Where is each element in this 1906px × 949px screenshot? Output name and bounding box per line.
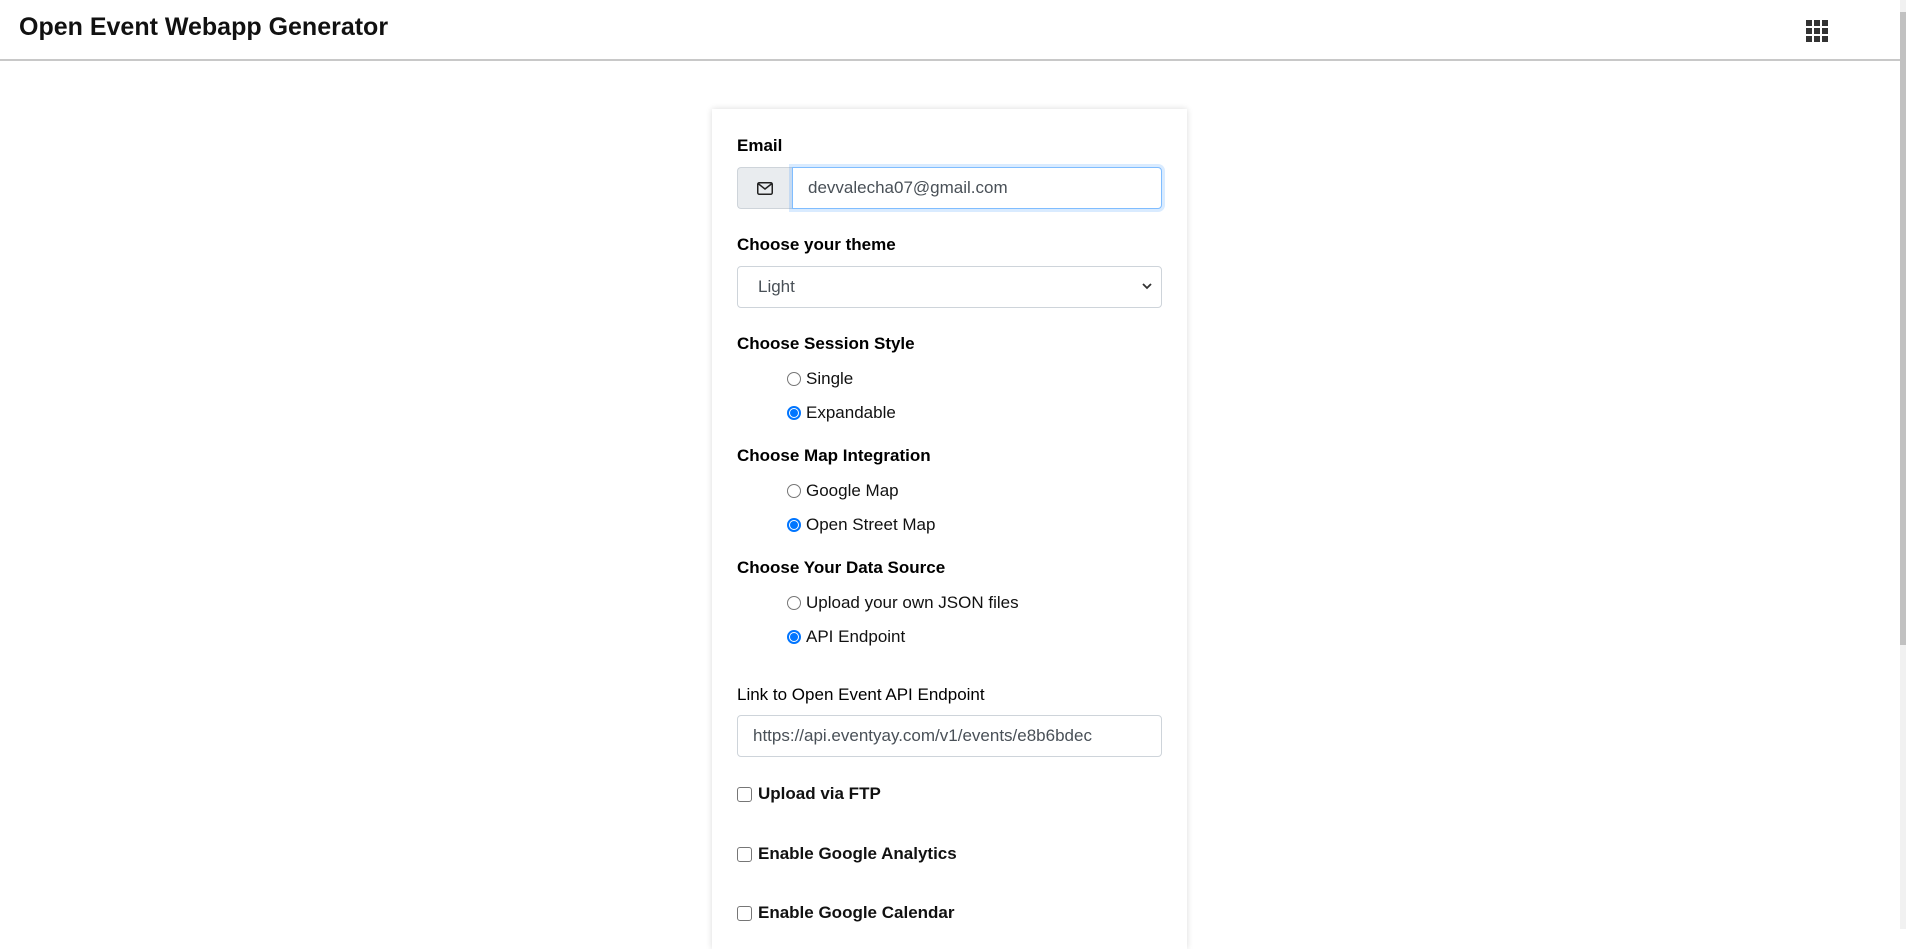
- theme-label: Choose your theme: [737, 235, 896, 254]
- api-endpoint-input[interactable]: https://api.eventyay.com/v1/events/e8b6b…: [737, 715, 1162, 757]
- radio-label: Upload your own JSON files: [806, 593, 1019, 612]
- chevron-down-icon: [1142, 283, 1152, 290]
- radio-source-api[interactable]: API Endpoint: [787, 627, 905, 647]
- radio-label: API Endpoint: [806, 627, 906, 646]
- checkbox-google-calendar[interactable]: Enable Google Calendar: [737, 903, 955, 923]
- session-style-label: Choose Session Style: [737, 334, 915, 353]
- checkbox-upload-ftp[interactable]: Upload via FTP: [737, 784, 881, 804]
- checkbox[interactable]: [737, 846, 752, 862]
- radio-button[interactable]: [787, 484, 801, 498]
- radio-button[interactable]: [787, 596, 801, 610]
- radio-label: Expandable: [806, 403, 896, 422]
- email-input[interactable]: [792, 167, 1162, 209]
- checkbox-label: Upload via FTP: [758, 784, 881, 803]
- checkbox[interactable]: [737, 905, 752, 921]
- checkbox[interactable]: [737, 786, 752, 802]
- page-scrollbar[interactable]: [1900, 0, 1906, 929]
- radio-button[interactable]: [787, 406, 801, 420]
- checkbox-google-analytics[interactable]: Enable Google Analytics: [737, 844, 957, 864]
- grid-apps-icon[interactable]: [1804, 18, 1832, 46]
- radio-button[interactable]: [787, 372, 801, 386]
- radio-button[interactable]: [787, 630, 801, 644]
- checkbox-label: Enable Google Calendar: [758, 903, 955, 922]
- radio-label: Single: [806, 369, 854, 388]
- app-title: Open Event Webapp Generator: [19, 13, 389, 41]
- scrollbar-thumb[interactable]: [1900, 12, 1906, 645]
- checkbox-label: Enable Google Analytics: [758, 844, 957, 863]
- envelope-icon: [737, 167, 792, 209]
- theme-select-value: Light: [758, 277, 795, 296]
- theme-select[interactable]: Light: [737, 266, 1162, 308]
- radio-source-json[interactable]: Upload your own JSON files: [787, 593, 1019, 613]
- api-endpoint-label: Link to Open Event API Endpoint: [737, 685, 985, 704]
- radio-map-osm[interactable]: Open Street Map: [787, 515, 935, 535]
- radio-session-single[interactable]: Single: [787, 369, 853, 389]
- email-input-group: [737, 167, 1162, 209]
- radio-map-google[interactable]: Google Map: [787, 481, 899, 501]
- radio-label: Open Street Map: [806, 515, 936, 534]
- radio-session-expandable[interactable]: Expandable: [787, 403, 896, 423]
- api-endpoint-value: https://api.eventyay.com/v1/events/e8b6b…: [753, 726, 1092, 745]
- radio-label: Google Map: [806, 481, 899, 500]
- data-source-label: Choose Your Data Source: [737, 558, 946, 577]
- email-label: Email: [737, 136, 783, 155]
- navbar: Open Event Webapp Generator: [0, 0, 1900, 61]
- map-integration-label: Choose Map Integration: [737, 446, 931, 465]
- generator-form-card: Email Choose your theme Light Choose Ses…: [712, 109, 1187, 949]
- radio-button[interactable]: [787, 518, 801, 532]
